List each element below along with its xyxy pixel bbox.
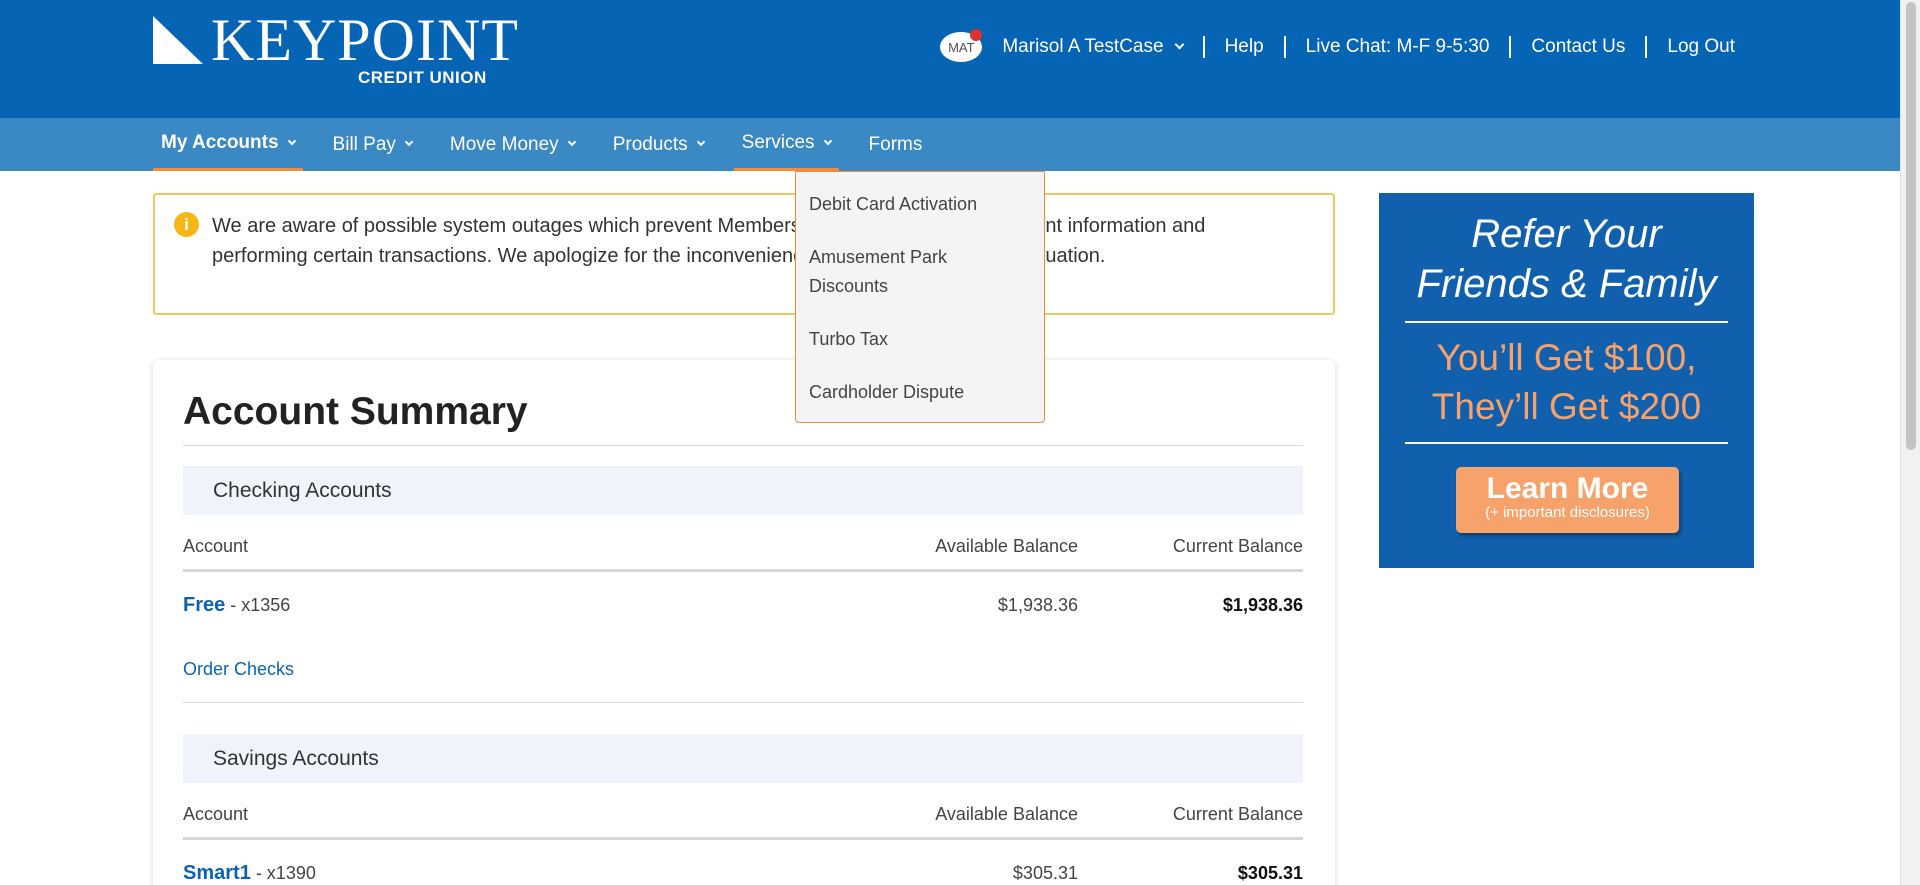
column-available-balance: Available Balance <box>935 536 1078 556</box>
logo-mark-icon <box>153 16 203 64</box>
alert-message: We are aware of possible system outages … <box>212 215 1206 267</box>
keypoint-logo[interactable]: KEYPOINT CREDIT UNION <box>153 10 518 90</box>
account-name: Smart1 - x1390 <box>183 862 316 885</box>
log-out-link[interactable]: Log Out <box>1667 36 1735 58</box>
learn-more-button[interactable]: Learn More (+ important disclosures) <box>1456 467 1679 533</box>
nav-label: Forms <box>868 133 923 155</box>
nav-label: Move Money <box>449 133 559 155</box>
order-checks-link[interactable]: Order Checks <box>183 659 294 680</box>
nav-forms[interactable]: Forms <box>861 118 931 171</box>
referral-promo-banner[interactable]: Refer Your Friends & Family You’ll Get $… <box>1379 193 1754 568</box>
divider <box>1509 36 1512 58</box>
utility-nav: MAT Marisol A TestCase Help Live Chat: M… <box>940 29 1735 64</box>
column-account: Account <box>183 804 249 824</box>
chevron-down-icon <box>1174 39 1185 50</box>
info-icon: i <box>174 212 199 237</box>
column-headers: Account Available Balance Current Balanc… <box>183 526 1303 566</box>
column-current-balance: Current Balance <box>1172 804 1303 824</box>
chevron-down-icon <box>696 137 705 147</box>
account-number: - x1356 <box>225 595 291 615</box>
chevron-down-icon <box>287 136 296 145</box>
column-headers: Account Available Balance Current Balanc… <box>183 794 1303 834</box>
promo-offer-line: They’ll Get $200 <box>1431 386 1702 427</box>
chevron-down-icon <box>567 137 576 147</box>
group-heading-label: Savings Accounts <box>213 746 379 770</box>
table-row: Smart1 - x1390 $305.31 $305.31 <box>183 862 1303 885</box>
chevron-down-icon <box>404 137 414 147</box>
nav-services[interactable]: Services <box>733 118 839 171</box>
scrollbar[interactable] <box>1900 0 1920 885</box>
user-menu[interactable]: MAT Marisol A TestCase <box>940 29 1185 62</box>
divider <box>1645 36 1648 58</box>
current-balance: $305.31 <box>1237 863 1303 883</box>
promo-offer: You’ll Get $100, They’ll Get $200 <box>1379 333 1754 431</box>
nav-label: Services <box>741 132 815 153</box>
group-heading-label: Checking Accounts <box>213 478 392 502</box>
divider <box>183 569 1303 572</box>
nav-products[interactable]: Products <box>605 118 712 171</box>
services-dropdown: Debit Card Activation Amusement Park Dis… <box>795 171 1045 423</box>
nav-label: Products <box>612 133 688 155</box>
account-link[interactable]: Free <box>183 594 225 616</box>
avatar[interactable]: MAT <box>940 29 983 62</box>
menu-item-debit-card-activation[interactable]: Debit Card Activation <box>796 178 1044 231</box>
logo-subtitle: CREDIT UNION <box>358 68 487 87</box>
menu-item-turbo-tax[interactable]: Turbo Tax <box>796 313 1044 366</box>
menu-item-cardholder-dispute[interactable]: Cardholder Dispute <box>796 366 1044 419</box>
nav-move-money[interactable]: Move Money <box>442 118 583 171</box>
divider <box>183 702 1303 703</box>
account-name: Free - x1356 <box>183 594 290 617</box>
help-link[interactable]: Help <box>1225 36 1264 58</box>
live-chat-link[interactable]: Live Chat: M-F 9-5:30 <box>1306 36 1490 58</box>
promo-heading-line: Refer Your <box>1471 212 1662 256</box>
account-number: - x1390 <box>250 863 316 883</box>
divider <box>183 837 1303 840</box>
column-available-balance: Available Balance <box>935 804 1078 824</box>
disclosures-label: (+ important disclosures) <box>1485 504 1650 521</box>
account-link[interactable]: Smart1 <box>183 862 251 884</box>
learn-more-label: Learn More <box>1486 472 1649 505</box>
account-summary-card: Account Summary Checking Accounts Accoun… <box>153 360 1335 885</box>
checking-accounts-heading: Checking Accounts <box>183 466 1303 515</box>
notification-dot-icon <box>970 29 983 41</box>
nav-label: My Accounts <box>161 132 279 153</box>
promo-heading-line: Friends & Family <box>1416 262 1717 306</box>
scrollbar-thumb[interactable] <box>1906 2 1916 450</box>
divider <box>1405 321 1728 323</box>
main-nav: My Accounts Bill Pay Move Money Products… <box>0 118 1900 171</box>
divider <box>183 445 1303 446</box>
promo-heading: Refer Your Friends & Family <box>1379 209 1754 309</box>
user-name: Marisol A TestCase <box>1002 36 1164 57</box>
page-title: Account Summary <box>183 390 528 433</box>
divider <box>1283 36 1286 58</box>
outage-alert: i We are aware of possible system outage… <box>153 193 1335 315</box>
table-row: Free - x1356 $1,938.36 $1,938.36 <box>183 594 1303 624</box>
menu-item-amusement-park-discounts[interactable]: Amusement Park Discounts <box>796 231 976 313</box>
site-header: KEYPOINT CREDIT UNION MAT Marisol A Test… <box>0 0 1900 118</box>
contact-us-link[interactable]: Contact Us <box>1531 36 1625 58</box>
avatar-initials: MAT <box>948 39 975 55</box>
logo-name: KEYPOINT <box>211 7 519 73</box>
nav-bill-pay[interactable]: Bill Pay <box>325 118 420 171</box>
nav-my-accounts[interactable]: My Accounts <box>153 118 303 171</box>
divider <box>1202 36 1205 58</box>
current-balance: $1,938.36 <box>1222 595 1303 615</box>
chevron-down-icon <box>823 136 832 145</box>
promo-offer-line: You’ll Get $100, <box>1436 337 1697 378</box>
nav-label: Bill Pay <box>332 133 396 155</box>
savings-accounts-heading: Savings Accounts <box>183 734 1303 783</box>
column-current-balance: Current Balance <box>1172 536 1303 556</box>
available-balance: $1,938.36 <box>997 595 1078 615</box>
column-account: Account <box>183 536 249 556</box>
divider <box>1405 442 1728 444</box>
available-balance: $305.31 <box>1012 863 1078 883</box>
